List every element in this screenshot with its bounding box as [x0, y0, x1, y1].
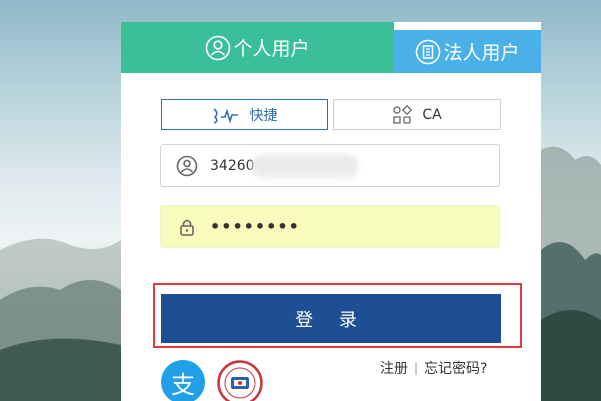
password-field[interactable]: [160, 205, 500, 248]
tab-personal-label: 个人用户: [233, 38, 310, 60]
forgot-password-link[interactable]: 忘记密码?: [424, 358, 487, 378]
account-links: 注册 | 忘记密码?: [380, 358, 487, 378]
quick-login-button[interactable]: 快捷: [161, 99, 328, 130]
alipay-glyph: 支: [171, 370, 195, 399]
ca-login-label: CA: [422, 106, 442, 123]
username-field[interactable]: [160, 144, 500, 187]
password-input[interactable]: [210, 217, 460, 236]
tab-legal-user[interactable]: 法人用户: [394, 30, 541, 73]
redacted-text-mask: [251, 154, 359, 178]
building-icon: [415, 39, 441, 65]
tab-personal-user[interactable]: 个人用户: [121, 22, 394, 73]
alipay-login-icon[interactable]: 支: [161, 360, 205, 401]
login-card: 个人用户 法人用户 快捷 CA 登 录 支 注册 | 忘记密码?: [121, 22, 541, 401]
ca-login-button[interactable]: CA: [333, 99, 501, 130]
person-icon: [205, 35, 231, 61]
quick-login-label: 快捷: [249, 107, 278, 124]
quick-login-icon: [212, 107, 238, 124]
link-separator: |: [414, 361, 419, 375]
user-icon: [176, 155, 198, 177]
ca-certificate-icon: [393, 104, 413, 124]
register-link[interactable]: 注册: [380, 358, 408, 378]
lock-icon: [176, 216, 198, 238]
tab-legal-label: 法人用户: [443, 42, 520, 64]
login-button[interactable]: 登 录: [161, 294, 501, 343]
social-security-card-icon[interactable]: [217, 360, 263, 401]
